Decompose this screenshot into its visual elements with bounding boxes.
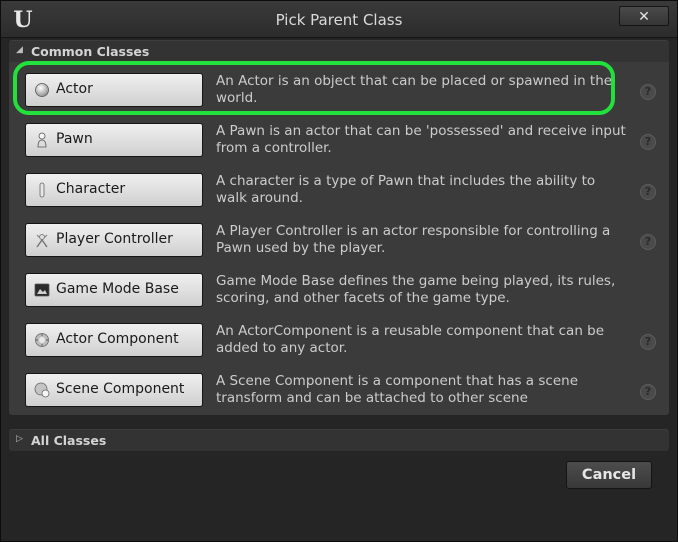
all-classes-label: All Classes bbox=[31, 433, 107, 448]
player-controller-button[interactable]: Player Controller bbox=[25, 223, 203, 257]
pawn-button-label: Pawn bbox=[56, 131, 93, 147]
pick-parent-class-dialog: U Pick Parent Class ✕ ◢ Common Classes A… bbox=[0, 0, 678, 542]
common-classes-list: Actor An Actor is an object that can be … bbox=[9, 62, 669, 415]
game-mode-base-description: Game Mode Base defines the game being pl… bbox=[216, 273, 616, 306]
pawn-help-icon[interactable]: ? bbox=[640, 134, 656, 150]
scene-component-help-icon[interactable]: ? bbox=[640, 384, 656, 400]
actor-button-label: Actor bbox=[56, 81, 93, 97]
actor-sphere-icon bbox=[35, 83, 49, 97]
pawn-icon bbox=[37, 132, 47, 148]
actor-component-icon bbox=[35, 333, 49, 347]
scene-component-button-label: Scene Component bbox=[56, 381, 185, 397]
cancel-button[interactable]: Cancel bbox=[566, 461, 652, 489]
actor-component-description: An ActorComponent is a reusable componen… bbox=[216, 323, 605, 356]
character-button[interactable]: Character bbox=[25, 173, 203, 207]
character-description: A character is a type of Pawn that inclu… bbox=[216, 173, 596, 206]
scene-component-description: A Scene Component is a component that ha… bbox=[216, 373, 578, 406]
game-mode-icon bbox=[34, 283, 50, 297]
character-help-icon[interactable]: ? bbox=[640, 184, 656, 200]
pawn-description: A Pawn is an actor that can be 'possesse… bbox=[216, 123, 626, 156]
actor-component-button-label: Actor Component bbox=[56, 331, 179, 347]
class-row-actor-component: Actor Component An ActorComponent is a r… bbox=[9, 315, 669, 365]
common-classes-label: Common Classes bbox=[31, 44, 150, 59]
collapsed-arrow-icon: ▷ bbox=[16, 434, 23, 444]
player-controller-icon bbox=[36, 234, 48, 248]
class-row-actor: Actor An Actor is an object that can be … bbox=[9, 65, 669, 115]
actor-description: An Actor is an object that can be placed… bbox=[216, 73, 613, 106]
actor-component-button[interactable]: Actor Component bbox=[25, 323, 203, 357]
player-controller-help-icon[interactable]: ? bbox=[640, 234, 656, 250]
class-row-character: Character A character is a type of Pawn … bbox=[9, 165, 669, 215]
game-mode-base-button[interactable]: Game Mode Base bbox=[25, 273, 203, 307]
player-controller-description: A Player Controller is an actor responsi… bbox=[216, 223, 611, 256]
close-button[interactable]: ✕ bbox=[619, 6, 669, 26]
actor-component-help-icon[interactable]: ? bbox=[640, 334, 656, 350]
game-mode-base-button-label: Game Mode Base bbox=[56, 281, 179, 297]
class-row-pawn: Pawn A Pawn is an actor that can be 'pos… bbox=[9, 115, 669, 165]
character-button-label: Character bbox=[56, 181, 126, 197]
character-icon bbox=[39, 182, 45, 198]
scene-component-icon bbox=[34, 382, 50, 398]
scene-component-button[interactable]: Scene Component bbox=[25, 373, 203, 407]
player-controller-button-label: Player Controller bbox=[56, 231, 173, 247]
class-row-player-controller: Player Controller A Player Controller is… bbox=[9, 215, 669, 265]
expanded-arrow-icon: ◢ bbox=[16, 45, 23, 55]
common-classes-header[interactable]: ◢ Common Classes bbox=[9, 40, 669, 62]
class-row-scene-component: Scene Component A Scene Component is a c… bbox=[9, 365, 669, 415]
close-icon: ✕ bbox=[638, 9, 650, 25]
pawn-button[interactable]: Pawn bbox=[25, 123, 203, 157]
title-bar[interactable]: U Pick Parent Class ✕ bbox=[1, 1, 677, 38]
dialog-title: Pick Parent Class bbox=[275, 11, 403, 29]
all-classes-header[interactable]: ▷ All Classes bbox=[9, 429, 669, 451]
actor-button[interactable]: Actor bbox=[25, 73, 203, 107]
actor-help-icon[interactable]: ? bbox=[640, 84, 656, 100]
class-row-game-mode-base: Game Mode Base Game Mode Base defines th… bbox=[9, 265, 669, 315]
